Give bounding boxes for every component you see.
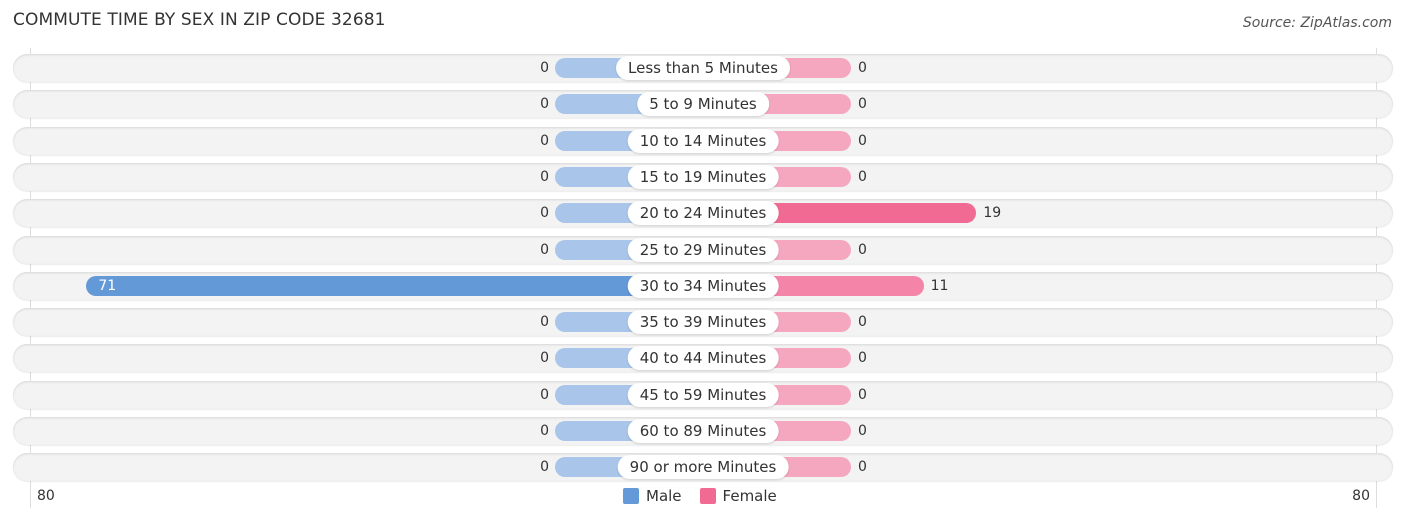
male-value-label: 0	[540, 241, 549, 258]
female-value-label: 0	[858, 60, 867, 76]
female-value-label: 0	[858, 168, 867, 185]
male-value-label: 0	[540, 96, 549, 113]
category-label: 30 to 34 Minutes	[627, 273, 779, 298]
category-label: 45 to 59 Minutes	[627, 382, 779, 407]
tick-left: 80	[37, 488, 55, 504]
male-value-label: 0	[540, 168, 549, 185]
male-value-label: 71	[98, 277, 117, 294]
female-value-label: 11	[930, 277, 949, 294]
category-label: Less than 5 Minutes	[616, 56, 790, 80]
male-value-label: 0	[540, 386, 549, 403]
female-value-label: 0	[858, 241, 867, 258]
category-label: 25 to 29 Minutes	[627, 237, 779, 262]
category-label: 90 or more Minutes	[617, 455, 789, 480]
female-value-label: 0	[858, 350, 867, 367]
male-value-label: 0	[540, 350, 549, 367]
chart-title: COMMUTE TIME BY SEX IN ZIP CODE 32681	[13, 10, 386, 30]
female-value-label: 0	[858, 96, 867, 113]
male-value-label: 0	[540, 459, 549, 476]
female-value-label: 0	[858, 314, 867, 331]
category-label: 15 to 19 Minutes	[627, 164, 779, 189]
tick-right: 80	[1352, 488, 1370, 504]
legend-female-label: Female	[722, 487, 777, 505]
male-value-label: 0	[540, 423, 549, 439]
category-label: 20 to 24 Minutes	[627, 201, 779, 226]
female-value-label: 0	[858, 423, 867, 439]
female-value-label: 0	[858, 459, 867, 476]
legend: Male Female	[623, 487, 777, 505]
female-value-label: 19	[983, 205, 1002, 222]
category-label: 40 to 44 Minutes	[627, 346, 779, 371]
male-value-label: 0	[540, 205, 549, 222]
female-value-label: 0	[858, 132, 867, 149]
legend-female-swatch	[699, 488, 716, 504]
legend-male-swatch	[623, 488, 639, 504]
female-value-label: 0	[858, 386, 867, 403]
male-bar	[86, 275, 703, 296]
category-label: 60 to 89 Minutes	[627, 419, 779, 443]
category-label: 35 to 39 Minutes	[627, 310, 779, 335]
source-label: Source: ZipAtlas.com	[1242, 15, 1392, 31]
male-value-label: 0	[540, 132, 549, 149]
category-label: 5 to 9 Minutes	[637, 92, 769, 117]
legend-male-label: Male	[646, 487, 682, 505]
male-value-label: 0	[540, 60, 549, 76]
male-value-label: 0	[540, 314, 549, 331]
category-label: 10 to 14 Minutes	[627, 128, 779, 153]
